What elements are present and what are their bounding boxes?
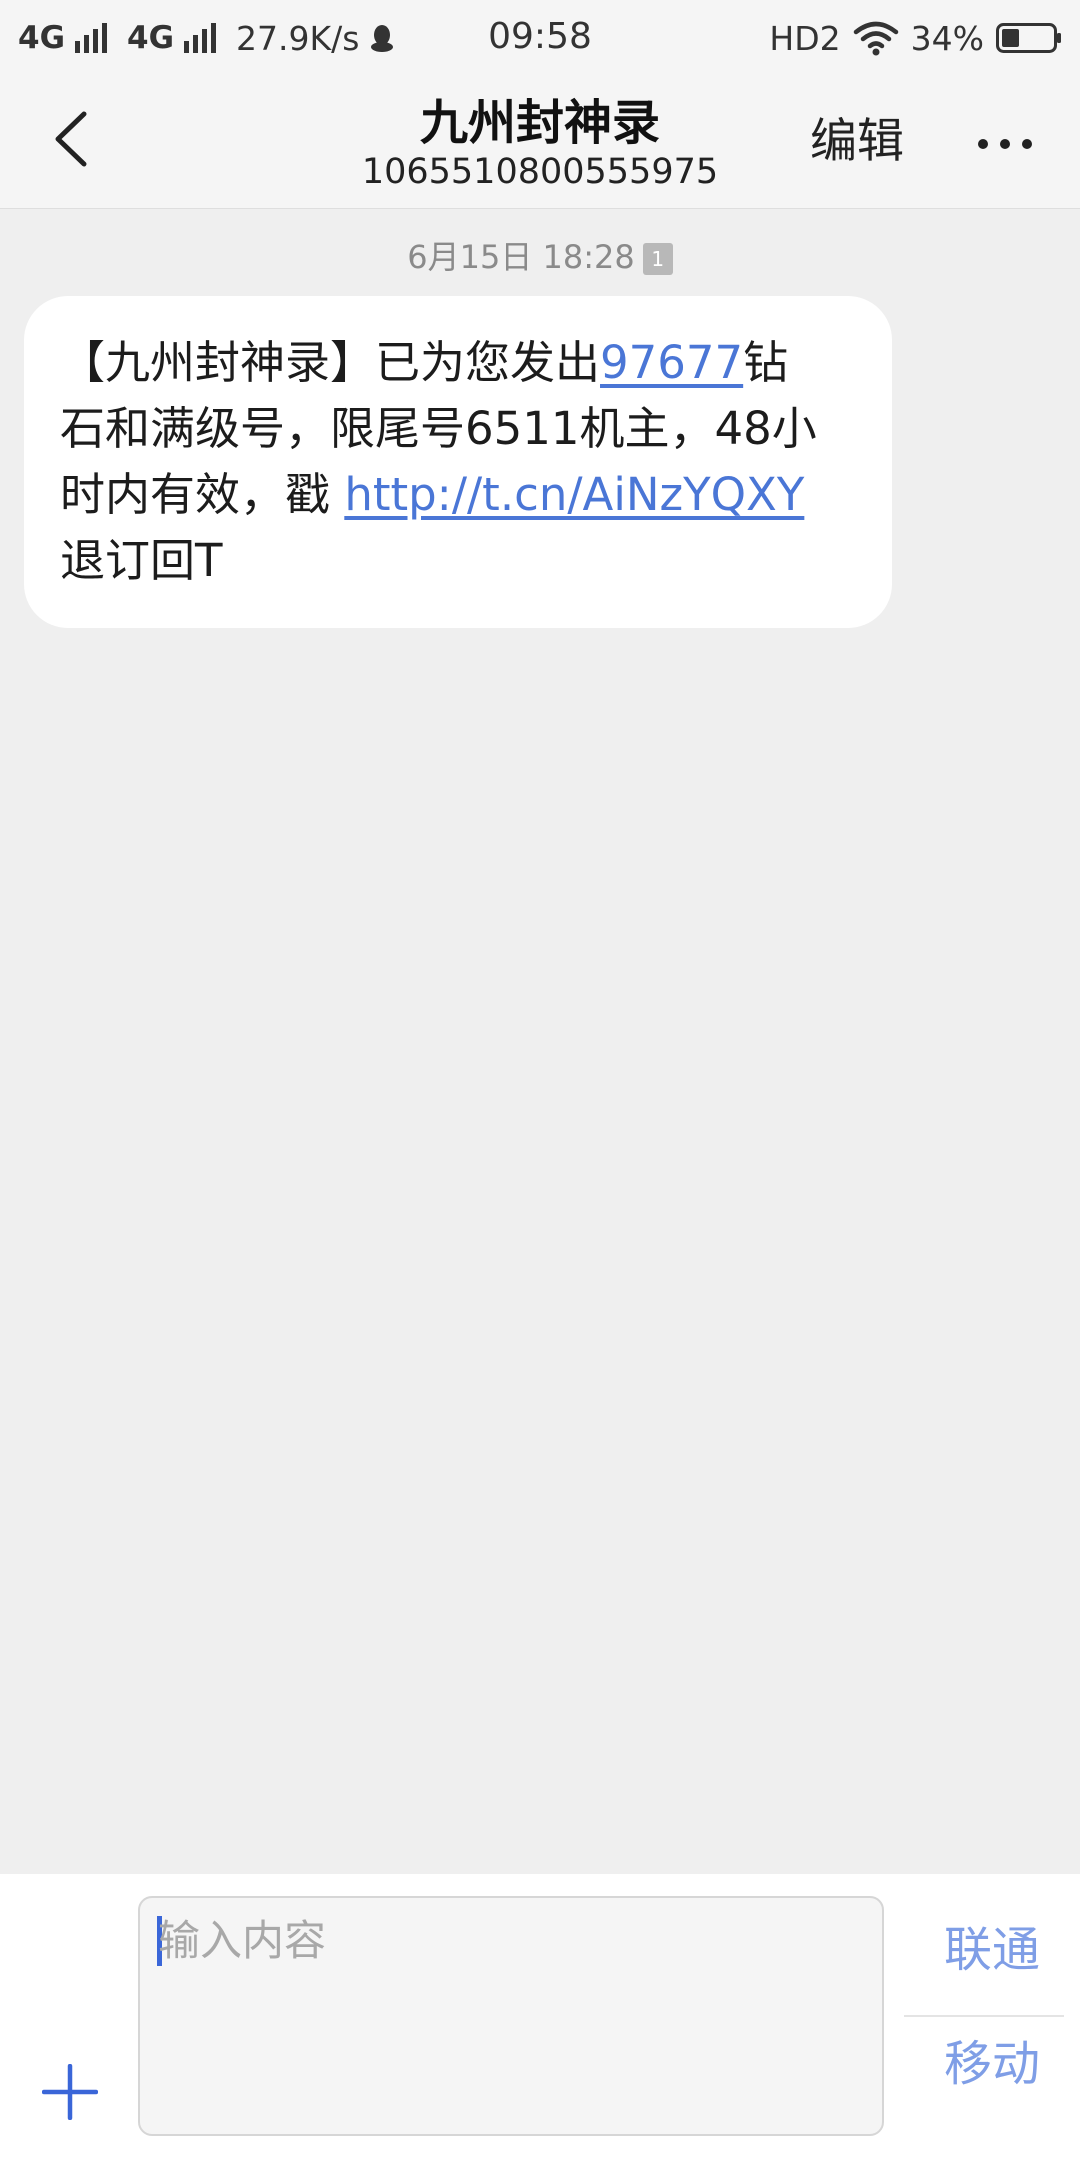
more-button[interactable]	[975, 114, 1035, 174]
compose-bar: 联通 移动	[0, 1874, 1080, 2160]
message-text: 钻	[743, 336, 789, 389]
status-right: HD2 34%	[769, 18, 1062, 58]
url-link[interactable]: http://t.cn/AiNzYQXY	[344, 468, 804, 521]
timestamp-text: 6月15日 18:28	[407, 238, 635, 276]
contact-title: 九州封神录 1065510800555975	[240, 94, 840, 192]
status-bar: 4G 4G 27.9K/s 09:58 HD2 34%	[0, 0, 1080, 74]
message-bubble[interactable]: 【九州封神录】已为您发出97677钻 石和满级号，限尾号6511机主，48小 时…	[24, 296, 892, 628]
wifi-icon	[853, 21, 898, 56]
battery-icon	[996, 23, 1061, 53]
more-dots-icon	[978, 139, 1032, 149]
message-input-box[interactable]	[138, 1896, 884, 2136]
edit-button[interactable]: 编辑	[810, 112, 904, 172]
hd-indicator: HD2	[769, 18, 841, 58]
message-text: 时内有效，戳	[60, 468, 345, 521]
back-button[interactable]	[40, 104, 110, 174]
send-sim2-button[interactable]: 移动	[904, 2024, 1080, 2104]
sim-card-icon: 1	[642, 243, 673, 275]
chevron-left-icon	[55, 111, 87, 167]
plus-icon	[42, 2064, 98, 2120]
add-attachment-button[interactable]	[42, 2064, 98, 2120]
contact-name: 九州封神录	[419, 95, 660, 151]
conversation-header: 九州封神录 1065510800555975 编辑	[0, 74, 1080, 209]
send-sim1-button[interactable]: 联通	[904, 1910, 1080, 1990]
contact-number: 1065510800555975	[361, 152, 719, 192]
message-line-2: 石和满级号，限尾号6511机主，48小	[60, 402, 817, 455]
message-line-1: 【九州封神录】已为您发出97677钻	[60, 330, 862, 396]
message-line-3: 时内有效，戳 http://t.cn/AiNzYQXY	[60, 462, 862, 528]
message-line-4: 退订回T	[60, 534, 223, 587]
number-link[interactable]: 97677	[600, 336, 743, 389]
divider	[904, 2015, 1064, 2017]
message-text: 【九州封神录】已为您发出	[60, 336, 601, 389]
message-timestamp: 6月15日 18:28 1	[0, 232, 1080, 278]
battery-percent: 34%	[910, 18, 984, 58]
message-input[interactable]	[158, 1910, 858, 1970]
